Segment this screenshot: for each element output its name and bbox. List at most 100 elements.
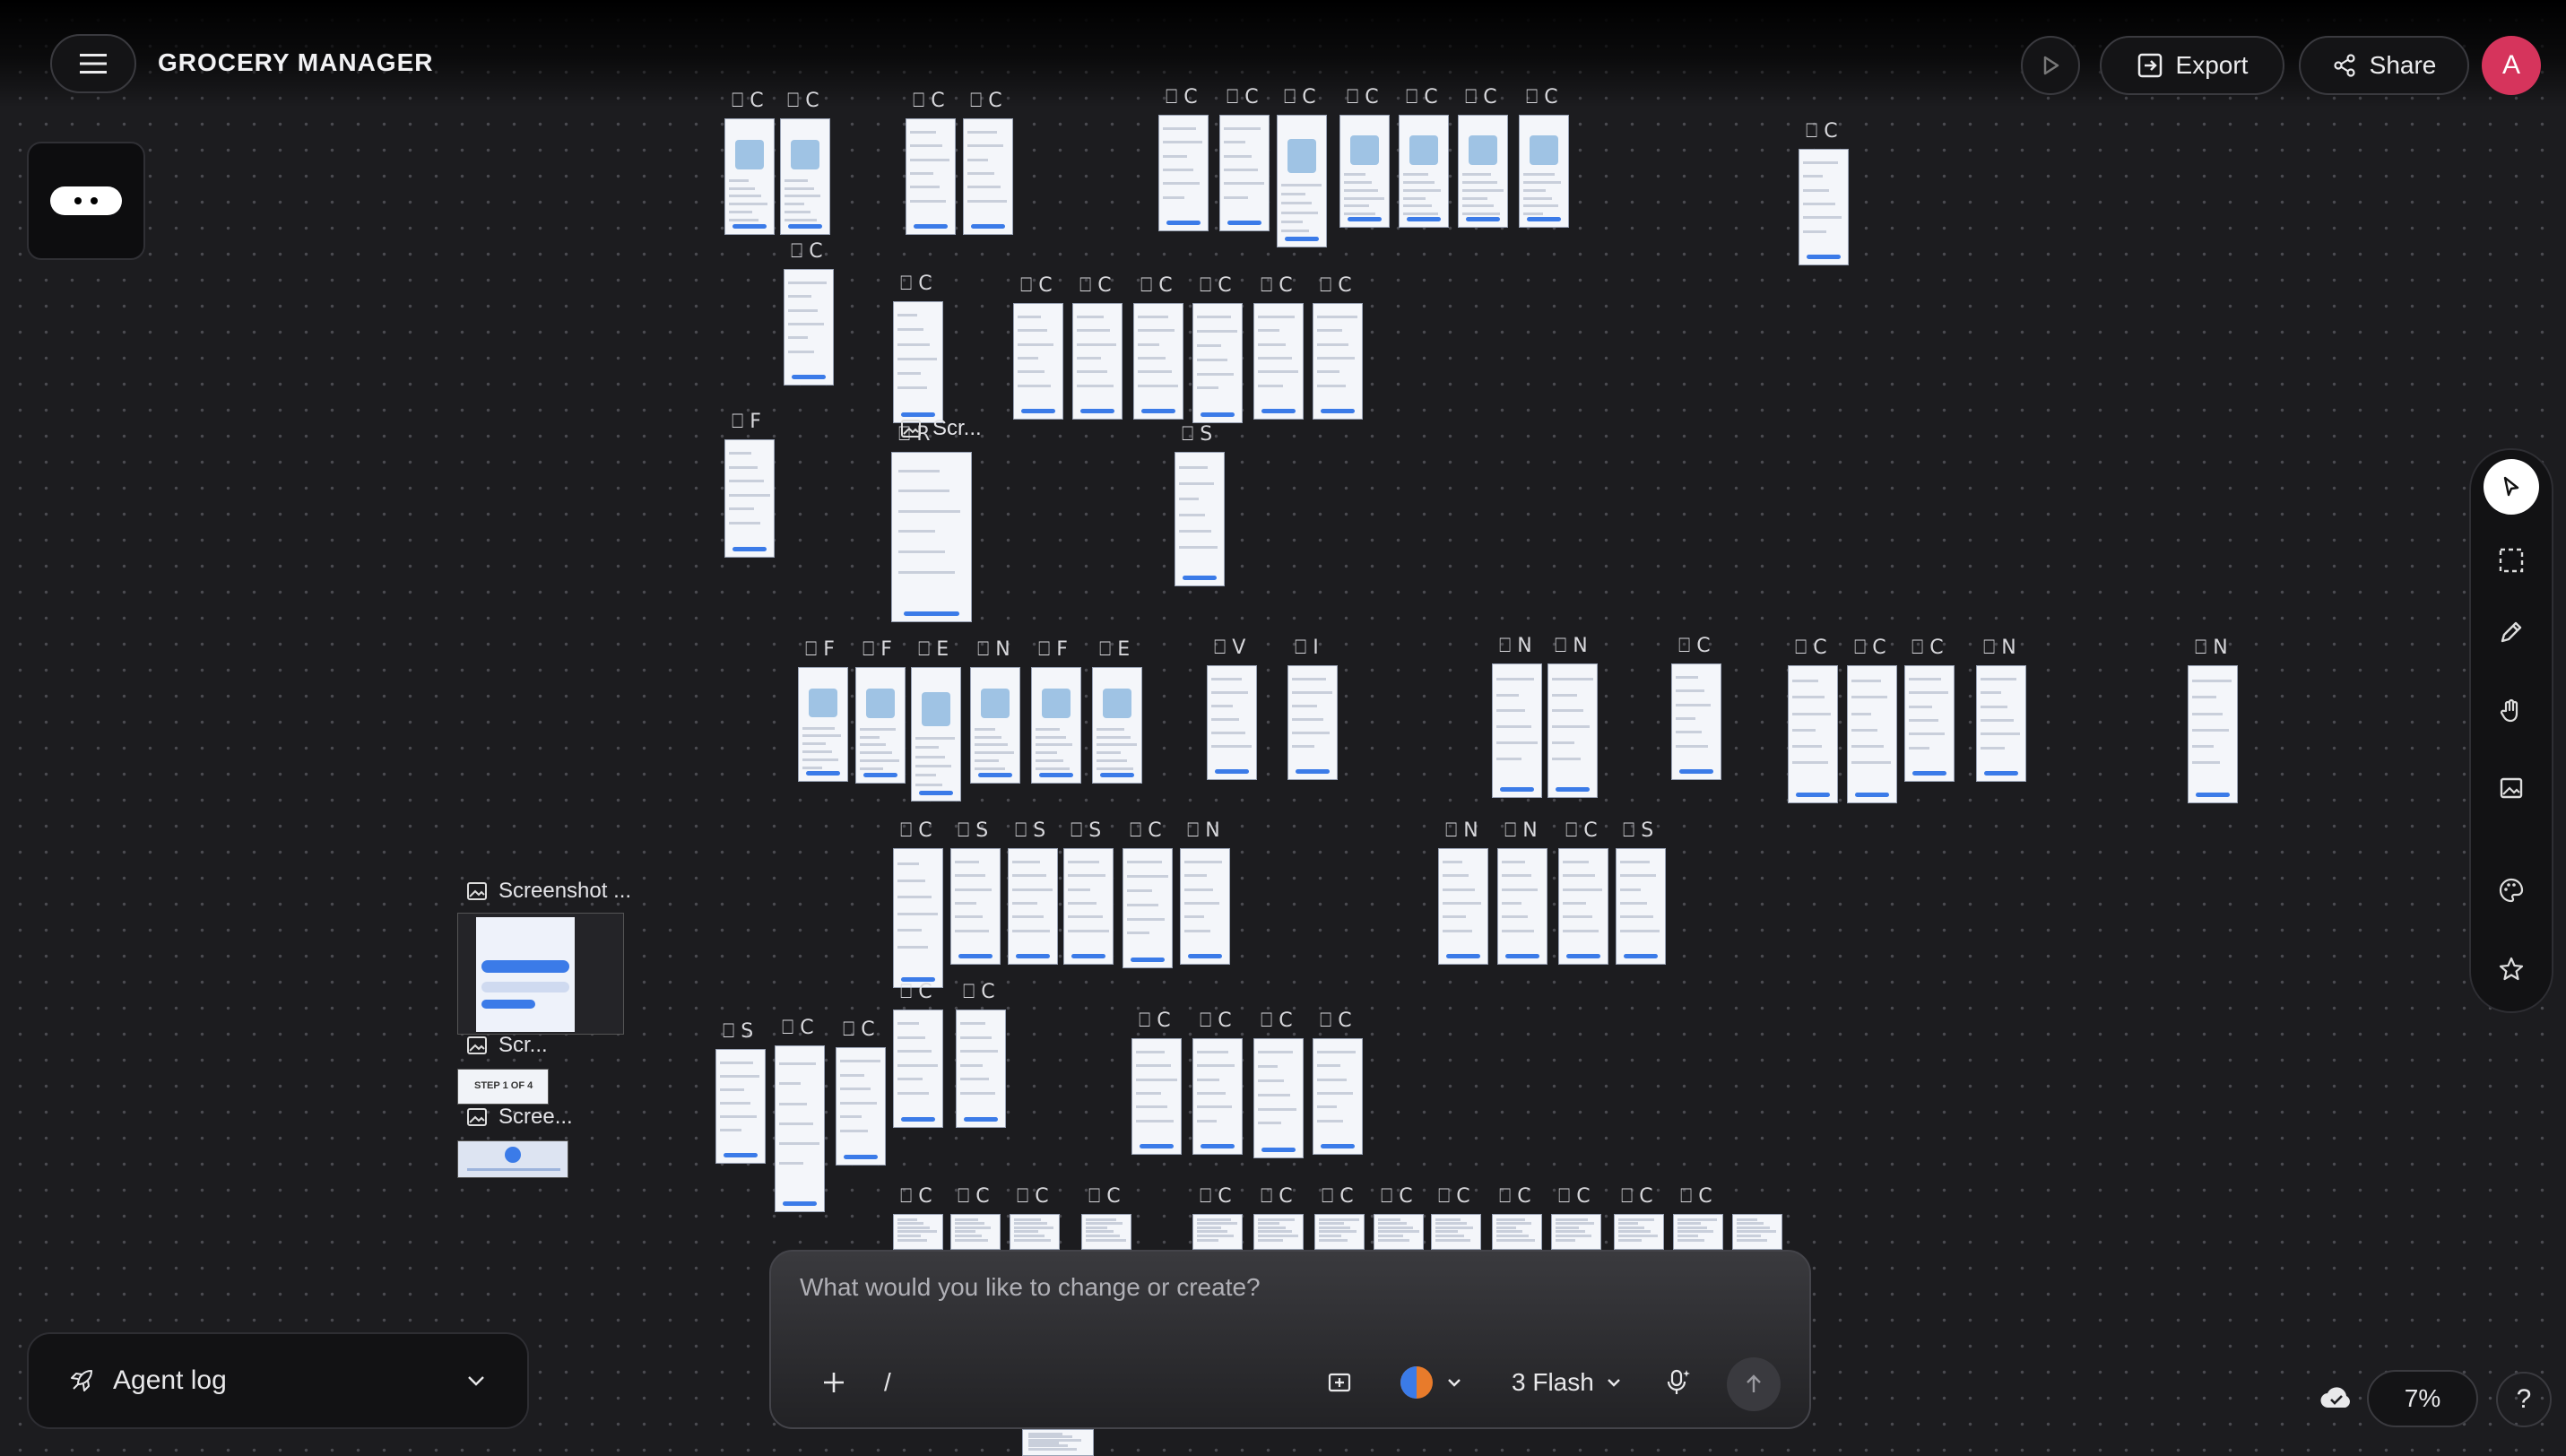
- screen-frame[interactable]: [1123, 848, 1173, 968]
- hand-tool[interactable]: [2484, 683, 2539, 739]
- screen-frame[interactable]: [1192, 303, 1243, 423]
- screen-frame[interactable]: [1277, 115, 1327, 247]
- screen-frame[interactable]: [1673, 1214, 1723, 1250]
- screen-frame[interactable]: [1092, 667, 1142, 784]
- screen-frame[interactable]: [1904, 665, 1955, 782]
- step-screenshot[interactable]: STEP 1 OF 4: [457, 1069, 549, 1105]
- share-button[interactable]: Share: [2299, 36, 2469, 95]
- model-selector[interactable]: 3 Flash: [1512, 1357, 1623, 1408]
- screen-frame[interactable]: [724, 439, 775, 558]
- prompt-input[interactable]: What would you like to change or create?: [800, 1273, 1261, 1302]
- help-button[interactable]: ?: [2496, 1372, 2552, 1427]
- preview-play-button[interactable]: [2021, 36, 2080, 95]
- screen-frame[interactable]: [1287, 665, 1338, 780]
- screen-frame[interactable]: [970, 667, 1020, 784]
- screen-frame[interactable]: [1131, 1038, 1182, 1155]
- screen-frame[interactable]: [1558, 848, 1608, 965]
- screen-frame[interactable]: [1022, 1429, 1094, 1456]
- screen-frame[interactable]: [956, 1010, 1006, 1128]
- screen-frame[interactable]: [963, 118, 1013, 235]
- screen-frame[interactable]: [1219, 115, 1270, 231]
- chat-bubble-button[interactable]: [27, 142, 145, 260]
- export-button[interactable]: Export: [2100, 36, 2284, 95]
- screen-frame[interactable]: [1374, 1214, 1424, 1250]
- screen-frame[interactable]: [1616, 848, 1666, 965]
- nav-screenshot[interactable]: [457, 1140, 568, 1178]
- add-button[interactable]: [809, 1357, 859, 1408]
- screen-frame[interactable]: [1671, 663, 1721, 780]
- screen-frame[interactable]: [950, 848, 1001, 965]
- screen-frame[interactable]: [780, 118, 830, 235]
- screen-frame[interactable]: [1253, 1214, 1304, 1250]
- star-tool[interactable]: [2484, 941, 2539, 997]
- screen-frame[interactable]: [906, 118, 956, 235]
- attach-screen-button[interactable]: [1325, 1357, 1354, 1408]
- screen-frame[interactable]: [893, 1010, 943, 1128]
- screen-frame[interactable]: [1081, 1214, 1131, 1250]
- screen-frame[interactable]: [911, 667, 961, 802]
- user-avatar[interactable]: A: [2482, 36, 2541, 95]
- screen-frame[interactable]: [1192, 1038, 1243, 1155]
- palette-tool[interactable]: [2484, 862, 2539, 918]
- screen-frame[interactable]: [715, 1049, 766, 1164]
- screen-frame[interactable]: [1175, 452, 1225, 586]
- screen-frame[interactable]: [1492, 1214, 1542, 1250]
- slash-command-button[interactable]: /: [884, 1357, 891, 1408]
- screen-frame[interactable]: [1438, 848, 1488, 965]
- screen-frame[interactable]: [1207, 665, 1257, 780]
- screen-frame[interactable]: [1339, 115, 1390, 228]
- screen-frame[interactable]: [1313, 1038, 1363, 1155]
- marquee-select-tool[interactable]: [2484, 533, 2539, 588]
- screen-frame[interactable]: [798, 667, 848, 782]
- screen-frame[interactable]: [1497, 848, 1547, 965]
- pencil-tool[interactable]: [2484, 604, 2539, 660]
- screen-frame[interactable]: [891, 452, 972, 622]
- screen-frame[interactable]: [1010, 1214, 1060, 1250]
- screen-frame[interactable]: [724, 118, 775, 235]
- screen-frame[interactable]: [1253, 1038, 1304, 1158]
- screen-frame[interactable]: [1492, 663, 1542, 798]
- menu-button[interactable]: [50, 34, 136, 93]
- screen-frame[interactable]: [1847, 665, 1897, 803]
- screen-frame[interactable]: [1551, 1214, 1601, 1250]
- screen-frame[interactable]: [1313, 303, 1363, 420]
- screen-frame[interactable]: [1976, 665, 2026, 782]
- screen-frame[interactable]: [1547, 663, 1598, 798]
- screen-frame[interactable]: [1253, 303, 1304, 420]
- theme-picker[interactable]: [1399, 1357, 1463, 1408]
- screen-frame[interactable]: [1431, 1214, 1481, 1250]
- screen-frame[interactable]: [1031, 667, 1081, 784]
- screen-frame[interactable]: [1788, 665, 1838, 803]
- screen-frame[interactable]: [1192, 1214, 1243, 1250]
- screen-frame[interactable]: [784, 269, 834, 386]
- screen-frame[interactable]: [1458, 115, 1508, 228]
- screen-frame[interactable]: [1072, 303, 1123, 420]
- image-tool[interactable]: [2484, 760, 2539, 816]
- screen-frame[interactable]: [1063, 848, 1114, 965]
- screen-frame[interactable]: [1008, 848, 1058, 965]
- screen-frame[interactable]: [950, 1214, 1001, 1250]
- voice-button[interactable]: [1662, 1357, 1693, 1408]
- agent-log-toggle[interactable]: Agent log: [27, 1332, 529, 1429]
- pointer-tool[interactable]: [2484, 459, 2539, 515]
- screen-frame[interactable]: [893, 1214, 943, 1250]
- screen-frame[interactable]: [893, 848, 943, 988]
- screen-frame[interactable]: [2188, 665, 2238, 803]
- screen-frame[interactable]: [1614, 1214, 1664, 1250]
- screen-frame[interactable]: [1799, 149, 1849, 265]
- screen-frame[interactable]: [1732, 1214, 1782, 1250]
- screenshot-thumbnail[interactable]: [457, 913, 624, 1035]
- send-button[interactable]: [1727, 1357, 1781, 1411]
- screen-frame[interactable]: [1399, 115, 1449, 228]
- screen-frame[interactable]: [1158, 115, 1209, 231]
- screen-frame[interactable]: [1314, 1214, 1365, 1250]
- screen-frame[interactable]: [1133, 303, 1183, 420]
- screen-frame[interactable]: [1180, 848, 1230, 965]
- screen-frame[interactable]: [775, 1045, 825, 1212]
- zoom-level[interactable]: 7%: [2367, 1370, 2478, 1427]
- screen-frame[interactable]: [1519, 115, 1569, 228]
- screen-frame[interactable]: [893, 301, 943, 423]
- screen-frame[interactable]: [836, 1047, 886, 1166]
- screen-frame[interactable]: [1013, 303, 1063, 420]
- screen-frame[interactable]: [855, 667, 906, 784]
